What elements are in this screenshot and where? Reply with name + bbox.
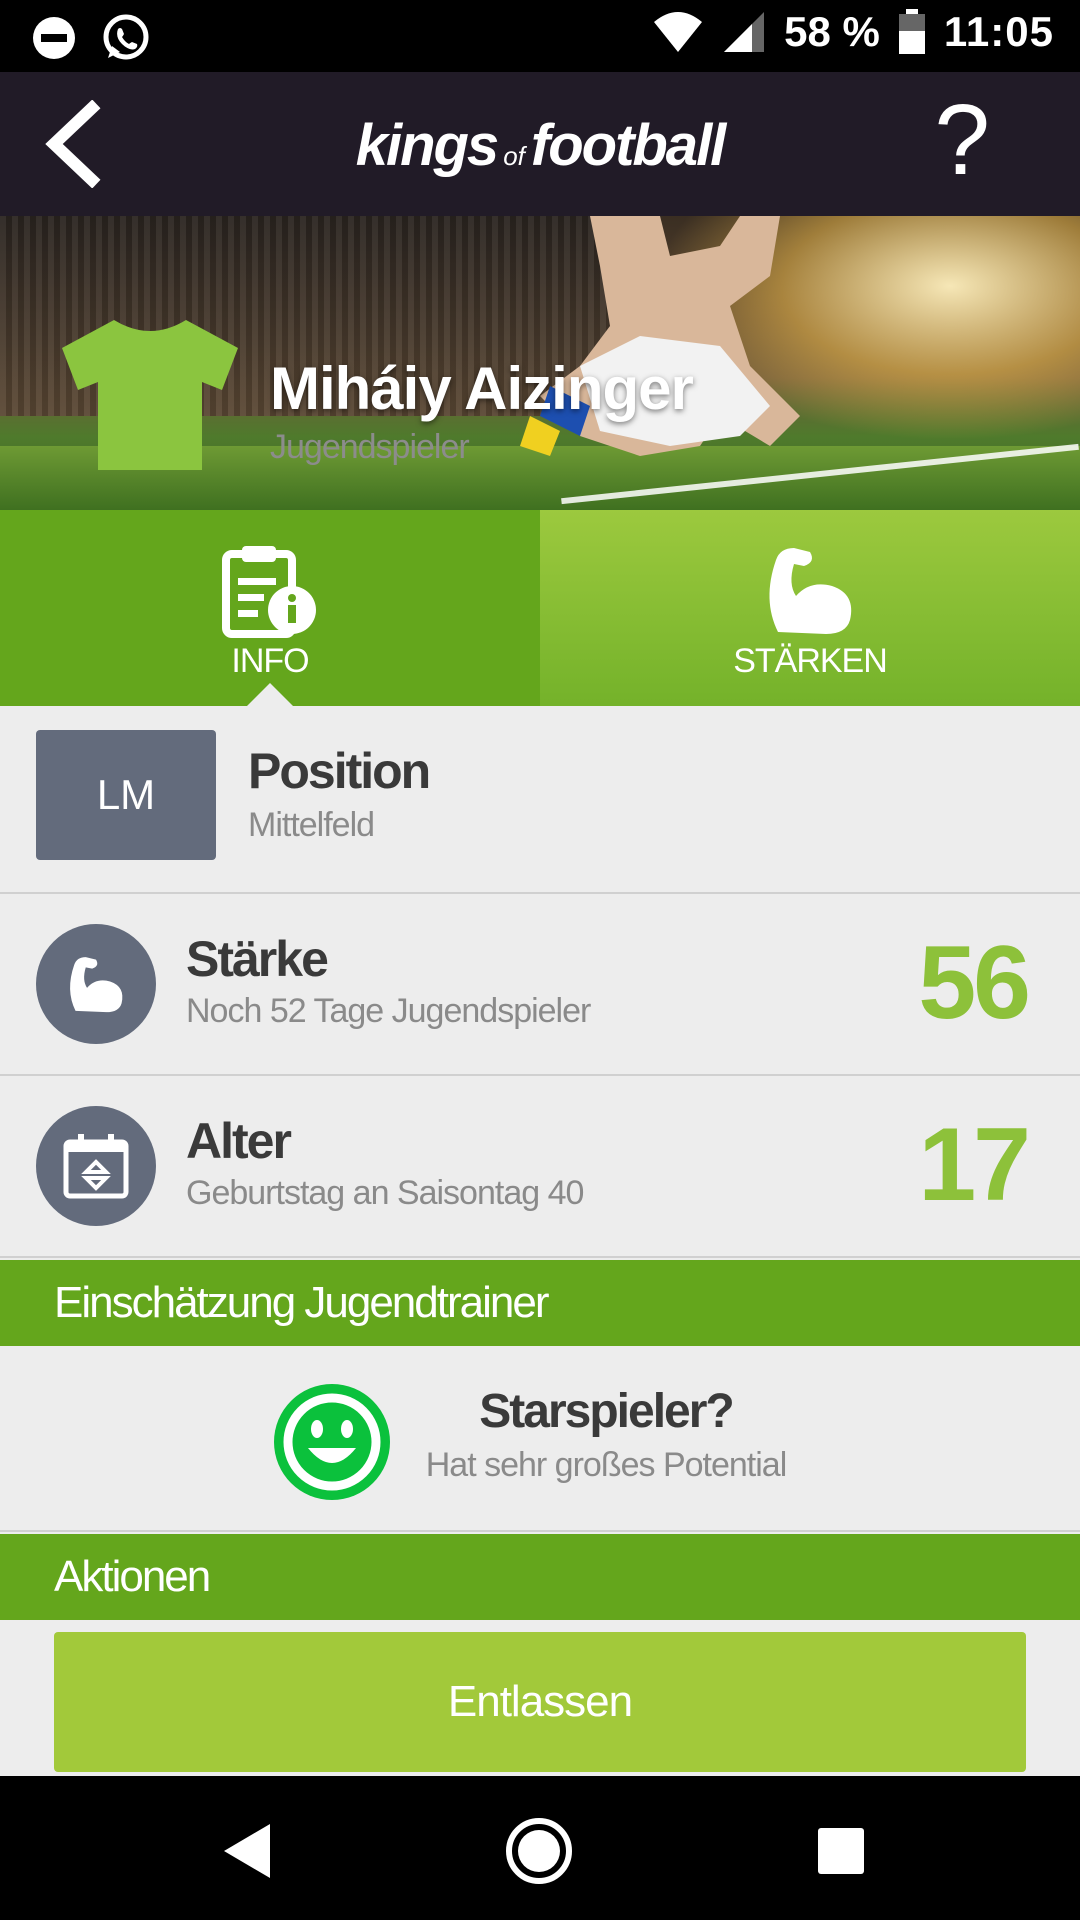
tab-staerken-label: STÄRKEN [733,642,888,680]
coach-section-header: Einschätzung Jugendtrainer [0,1260,1080,1346]
tab-info-label: INFO [231,642,309,680]
clock: 11:05 [943,8,1054,55]
tab-bar: INFO STÄRKEN [0,510,1080,707]
position-subtitle: Mittelfeld [248,806,375,844]
tab-info[interactable]: INFO [0,510,540,707]
age-row: Alter Geburtstag an Saisontag 40 17 [0,1076,1080,1258]
system-nav-bar [0,1776,1080,1920]
nav-recent-icon[interactable] [806,1816,876,1886]
whatsapp-icon [103,14,149,60]
age-value: 17 [918,1107,1031,1223]
age-title: Alter [186,1113,292,1169]
actions-section-header: Aktionen [0,1534,1080,1620]
dismiss-button[interactable]: Entlassen [54,1632,1026,1772]
info-panel: LM Position Mittelfeld Stärke Noch 52 Ta… [0,706,1080,1776]
app-logo: kings of football [0,112,1080,179]
jersey-icon [62,320,238,470]
status-bar: 58 % 11:05 [0,0,1080,72]
tab-staerken[interactable]: STÄRKEN [540,510,1080,706]
coach-assessment-row: Starspieler? Hat sehr großes Potential [0,1346,1080,1532]
do-not-disturb-icon [33,17,75,59]
flexed-arm-icon [769,548,852,634]
strength-title: Stärke [186,931,329,987]
signal-icon [724,12,765,52]
age-icon-circle [36,1106,156,1226]
logo-of: of [503,141,525,171]
strength-value: 56 [918,925,1031,1041]
position-badge: LM [36,730,216,860]
age-subtitle: Geburtstag an Saisontag 40 [186,1174,584,1212]
calendar-icon [63,1134,129,1199]
strength-subtitle: Noch 52 Tage Jugendspieler [186,992,591,1030]
nav-home-icon[interactable] [504,1816,574,1886]
nav-back-icon[interactable] [212,1816,282,1886]
app-header: kings of football ? [0,72,1080,216]
info-document-icon [222,546,316,638]
strength-row: Stärke Noch 52 Tage Jugendspieler 56 [0,894,1080,1076]
active-tab-indicator [246,683,294,707]
position-row: LM Position Mittelfeld [0,706,1080,894]
player-name: Miháiy Aizinger [270,355,694,422]
strength-icon-circle [36,924,156,1044]
position-title: Position [248,743,431,799]
flexed-arm-icon [70,957,123,1013]
player-role: Jugendspieler [270,428,470,466]
battery-icon [898,9,925,54]
coach-title: Starspieler? [479,1385,734,1438]
celebrating-player-image [520,216,800,456]
help-button[interactable]: ? [934,90,990,190]
wifi-icon [654,12,703,52]
logo-football: football [530,113,726,178]
coach-subtitle: Hat sehr großes Potential [425,1446,788,1484]
logo-kings: kings [355,113,499,178]
battery-percent: 58 % [784,8,880,55]
